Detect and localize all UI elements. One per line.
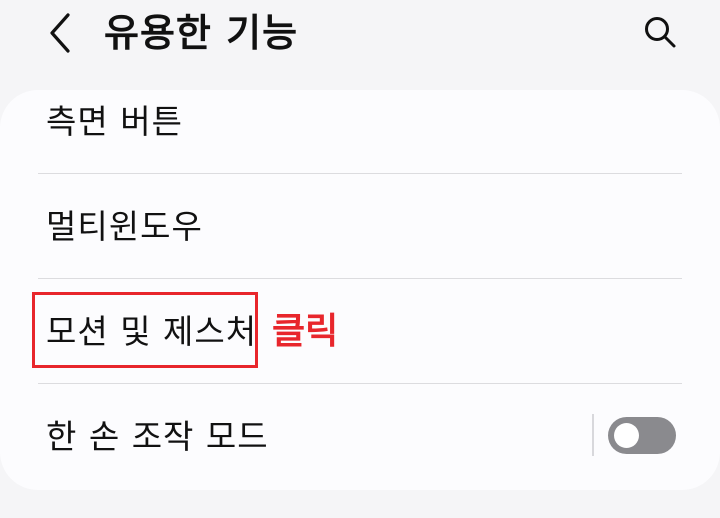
settings-item-side-button[interactable]: 측면 버튼 <box>38 70 682 174</box>
back-button[interactable] <box>38 8 82 58</box>
top-app-bar: 유용한 기능 <box>0 0 720 72</box>
settings-item-one-handed-mode[interactable]: 한 손 조작 모드 <box>38 385 578 489</box>
settings-item-multi-window[interactable]: 멀티윈도우 <box>38 175 682 279</box>
one-handed-mode-toggle[interactable] <box>608 417 676 454</box>
settings-item-label: 한 손 조작 모드 <box>46 417 269 456</box>
divider <box>38 173 682 174</box>
highlight-box <box>32 292 258 368</box>
search-button[interactable] <box>634 8 686 56</box>
click-annotation: 클릭 <box>272 311 339 352</box>
page-title: 유용한 기능 <box>104 11 299 55</box>
toggle-separator <box>592 414 594 456</box>
toggle-knob <box>614 423 639 448</box>
search-icon <box>645 17 676 48</box>
divider <box>38 383 682 384</box>
chevron-left-icon <box>50 13 70 53</box>
settings-item-label: 측면 버튼 <box>46 102 183 141</box>
divider <box>38 278 682 279</box>
settings-item-label: 멀티윈도우 <box>46 207 203 246</box>
